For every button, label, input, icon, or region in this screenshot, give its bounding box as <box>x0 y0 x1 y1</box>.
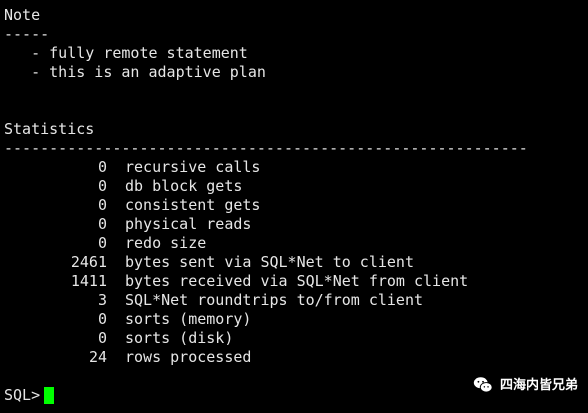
text-cursor <box>44 387 55 404</box>
stat-row: 0 sorts (disk) <box>4 329 588 348</box>
stat-value: 2461 <box>70 253 107 271</box>
stat-value: 3 <box>97 291 107 309</box>
stat-row: 0 recursive calls <box>4 158 588 177</box>
stat-name: redo size <box>125 234 207 252</box>
stat-name: bytes sent via SQL*Net to client <box>125 253 414 271</box>
command-prompt[interactable]: SQL> <box>4 386 55 405</box>
note-item: - fully remote statement <box>4 44 248 62</box>
statistics-heading: Statistics <box>4 120 95 138</box>
stat-name: recursive calls <box>125 158 261 176</box>
stat-value: 24 <box>88 348 107 366</box>
stat-name: sorts (memory) <box>125 310 252 328</box>
note-underline: ----- <box>4 25 50 43</box>
stat-row: 0 sorts (memory) <box>4 310 588 329</box>
stat-value: 0 <box>97 310 107 328</box>
stat-value: 1411 <box>70 272 107 290</box>
stat-row: 0 redo size <box>4 234 588 253</box>
stat-name: consistent gets <box>125 196 261 214</box>
statistics-underline: ----------------------------------------… <box>4 139 528 157</box>
watermark: 四海内皆兄弟 <box>472 374 578 396</box>
stat-value: 0 <box>97 234 107 252</box>
wechat-icon <box>473 377 493 393</box>
stat-name: SQL*Net roundtrips to/from client <box>125 291 424 309</box>
stat-name: rows processed <box>125 348 252 366</box>
stat-row: 1411 bytes received via SQL*Net from cli… <box>4 272 588 291</box>
stat-value: 0 <box>97 196 107 214</box>
prompt-label: SQL> <box>4 386 41 404</box>
terminal-window[interactable]: Note ----- - fully remote statement - th… <box>0 0 588 413</box>
note-heading: Note <box>4 6 41 24</box>
stat-value: 0 <box>97 177 107 195</box>
stat-value: 0 <box>97 329 107 347</box>
stat-name: db block gets <box>125 177 243 195</box>
stat-value: 0 <box>97 158 107 176</box>
stat-name: bytes received via SQL*Net from client <box>125 272 469 290</box>
stat-row: 0 db block gets <box>4 177 588 196</box>
stat-name: sorts (disk) <box>125 329 234 347</box>
stat-row: 24 rows processed <box>4 348 588 367</box>
stat-name: physical reads <box>125 215 252 233</box>
stat-value: 0 <box>97 215 107 233</box>
stat-row: 0 consistent gets <box>4 196 588 215</box>
watermark-text: 四海内皆兄弟 <box>499 377 578 393</box>
note-item: - this is an adaptive plan <box>4 63 266 81</box>
stat-row: 3 SQL*Net roundtrips to/from client <box>4 291 588 310</box>
stat-row: 2461 bytes sent via SQL*Net to client <box>4 253 588 272</box>
stat-row: 0 physical reads <box>4 215 588 234</box>
